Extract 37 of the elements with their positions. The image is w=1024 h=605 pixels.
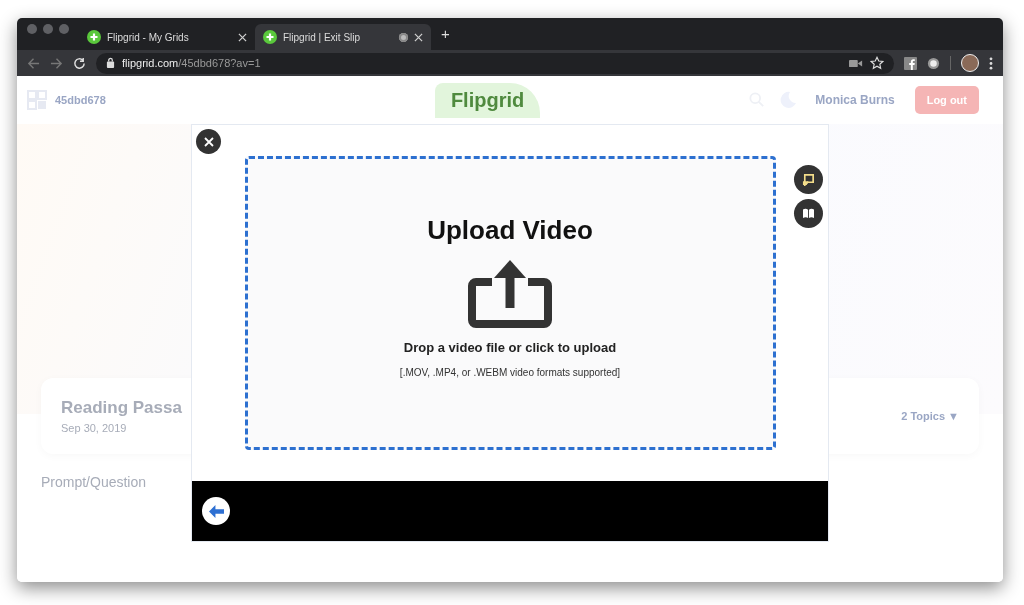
drop-zone[interactable]: Upload Video Drop a video file or click to upload [.MOV, .MP4, or .WEBM video formats supported] bbox=[244, 156, 776, 450]
url-text: flipgrid.com/45dbd678?av=1 bbox=[122, 57, 261, 69]
book-icon bbox=[802, 208, 815, 219]
book-button[interactable] bbox=[794, 199, 823, 228]
dialog-title: Upload Video bbox=[427, 215, 593, 246]
forward-icon[interactable] bbox=[50, 56, 63, 70]
facebook-icon[interactable] bbox=[904, 56, 917, 70]
close-icon[interactable] bbox=[414, 32, 423, 42]
logo: Flipgrid bbox=[434, 82, 541, 118]
back-icon[interactable] bbox=[27, 56, 40, 70]
arrow-left-icon bbox=[208, 504, 224, 518]
close-button[interactable] bbox=[196, 129, 221, 154]
bookmark-star-icon[interactable] bbox=[870, 56, 884, 70]
new-tab-button[interactable]: + bbox=[431, 25, 460, 47]
close-icon bbox=[203, 136, 214, 147]
back-button[interactable] bbox=[202, 497, 230, 525]
grid-icon bbox=[27, 90, 47, 110]
avatar[interactable] bbox=[961, 54, 979, 72]
browser-tab[interactable]: Flipgrid | Exit Slip bbox=[255, 24, 431, 50]
plus-icon bbox=[87, 30, 101, 44]
supported-formats: [.MOV, .MP4, or .WEBM video formats supported] bbox=[399, 367, 621, 378]
sticky-note-icon bbox=[802, 173, 815, 186]
more-icon[interactable] bbox=[989, 56, 993, 70]
address-field[interactable]: flipgrid.com/45dbd678?av=1 bbox=[96, 52, 894, 74]
sticky-note-button[interactable] bbox=[794, 165, 823, 194]
topic-date: Sep 30, 2019 bbox=[61, 422, 128, 434]
plus-icon bbox=[263, 30, 277, 44]
upload-instruction: Drop a video file or click to upload bbox=[403, 340, 617, 355]
camera-icon[interactable] bbox=[849, 58, 863, 68]
section-label: Prompt/Question bbox=[41, 474, 148, 490]
browser-tab[interactable]: Flipgrid - My Grids bbox=[79, 24, 255, 50]
close-icon[interactable] bbox=[238, 32, 247, 42]
topic-title: Reading Passa bbox=[61, 398, 183, 418]
tab-title: Flipgrid - My Grids bbox=[107, 31, 190, 43]
reload-icon[interactable] bbox=[73, 56, 86, 70]
tab-title: Flipgrid | Exit Slip bbox=[283, 31, 362, 43]
record-icon[interactable] bbox=[927, 56, 940, 70]
